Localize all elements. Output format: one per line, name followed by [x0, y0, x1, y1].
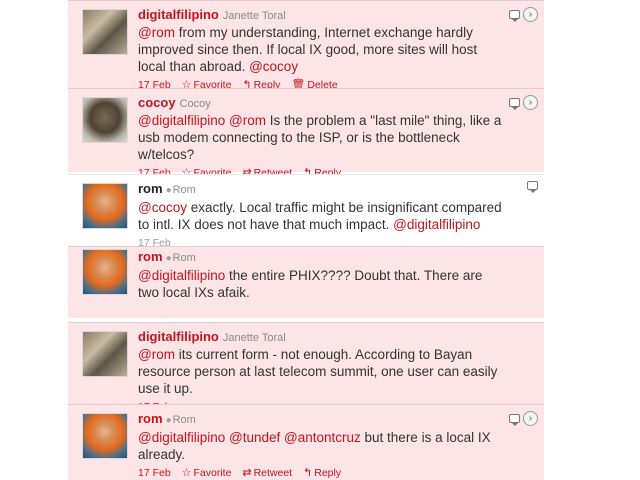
mention-link[interactable]: @rom [138, 347, 175, 362]
apple-icon: ● [165, 415, 172, 426]
tweet-text-span: its current form - not enough. According… [138, 347, 498, 396]
real-name: Rom [172, 414, 196, 426]
favorite-label: Favorite [193, 467, 232, 479]
avatar[interactable] [82, 413, 128, 459]
favorite-button[interactable]: ☆ Favorite [182, 467, 232, 479]
real-name: Cocoy [179, 98, 211, 110]
mention-link[interactable]: @tundef [229, 430, 280, 445]
tweet-text: @digitalfilipino @tundef @antontcruz but… [138, 429, 504, 463]
retweet-button[interactable]: ⇄ Retweet [242, 467, 292, 479]
conversation-icon[interactable] [509, 10, 520, 22]
expand-arrow-icon[interactable]: › [523, 95, 538, 110]
mention-link[interactable]: @digitalfilipino [138, 113, 225, 128]
avatar[interactable] [82, 183, 128, 229]
retweet-icon: ⇄ [242, 467, 252, 479]
tweet: digitalfilipino Janette Toral @rom from m… [68, 0, 544, 91]
mention-link[interactable]: @digitalfilipino [138, 430, 225, 445]
tweet: digitalfilipino Janette Toral @rom its cu… [68, 322, 544, 413]
timestamp[interactable]: 17 Feb [138, 467, 171, 479]
mention-link[interactable]: @rom [229, 113, 266, 128]
screen-name[interactable]: rom [138, 249, 163, 264]
screen-name[interactable]: rom [138, 181, 163, 196]
avatar[interactable] [82, 9, 128, 55]
avatar[interactable] [82, 331, 128, 377]
real-name: Rom [172, 184, 196, 196]
tweet-text: @cocoy exactly. Local traffic might be i… [138, 199, 504, 233]
real-name: Rom [172, 252, 196, 264]
mention-link[interactable]: @antontcruz [284, 430, 361, 445]
conversation-icon[interactable] [509, 98, 520, 110]
avatar[interactable] [82, 97, 128, 143]
screen-name[interactable]: cocoy [138, 95, 176, 110]
reply-icon: ↰ [303, 467, 313, 479]
tweet-text-span: from my understanding, Internet exchange… [138, 25, 478, 74]
screen-name[interactable]: rom [138, 411, 163, 426]
tweet: rom ●Rom @cocoy exactly. Local traffic mi… [68, 174, 544, 249]
real-name: Janette Toral [222, 332, 286, 344]
conversation-icon[interactable] [509, 414, 520, 426]
tweet: rom ●Rom @digitalfilipino the entire PHIX… [68, 246, 544, 318]
mention-link[interactable]: @rom [138, 25, 175, 40]
mention-link[interactable]: @cocoy [249, 59, 298, 74]
tweet: rom ●Rom @digitalfilipino @tundef @antont… [68, 404, 544, 480]
conversation-icon[interactable] [527, 181, 538, 193]
expand-arrow-icon[interactable]: › [523, 411, 538, 426]
reply-label: Reply [314, 467, 342, 479]
screen-name[interactable]: digitalfilipino [138, 7, 219, 22]
reply-button[interactable]: ↰ Reply [303, 467, 341, 479]
avatar[interactable] [82, 249, 128, 295]
mention-link[interactable]: @cocoy [138, 200, 187, 215]
tweet-text: @rom from my understanding, Internet exc… [138, 24, 504, 75]
expand-arrow-icon[interactable]: › [523, 7, 538, 22]
star-icon: ☆ [181, 467, 192, 479]
tweet-text: @digitalfilipino @rom Is the problem a "… [138, 112, 504, 163]
apple-icon: ● [165, 253, 172, 264]
retweet-label: Retweet [253, 467, 293, 479]
apple-icon: ● [165, 185, 172, 196]
tweet-text: @digitalfilipino the entire PHIX???? Dou… [138, 267, 504, 301]
mention-link[interactable]: @digitalfilipino [138, 268, 225, 283]
real-name: Janette Toral [222, 10, 286, 22]
tweet: cocoy Cocoy @digitalfilipino @rom Is the … [68, 88, 544, 179]
screen-name[interactable]: digitalfilipino [138, 329, 219, 344]
mention-link[interactable]: @digitalfilipino [393, 217, 480, 232]
tweet-text: @rom its current form - not enough. Acco… [138, 346, 504, 397]
